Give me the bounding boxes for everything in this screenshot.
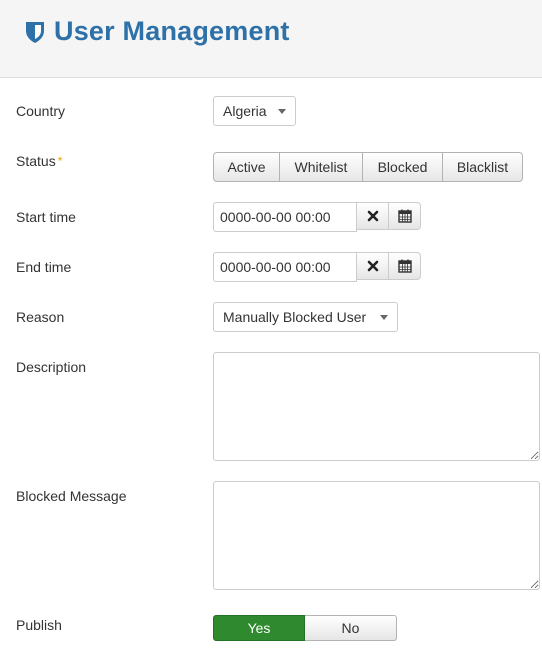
publish-toggle: Yes No xyxy=(213,615,397,641)
start-time-label: Start time xyxy=(16,209,76,225)
start-time-calendar-button[interactable] xyxy=(388,202,421,230)
end-time-calendar-button[interactable] xyxy=(388,252,421,280)
description-label: Description xyxy=(16,359,87,375)
country-label: Country xyxy=(16,103,66,119)
required-marker: * xyxy=(57,154,63,168)
country-select[interactable]: Algeria xyxy=(213,96,296,126)
close-icon xyxy=(367,260,378,272)
status-active-button[interactable]: Active xyxy=(213,152,280,182)
shield-icon xyxy=(26,22,44,43)
country-select-value: Algeria xyxy=(223,103,267,119)
publish-yes-button[interactable]: Yes xyxy=(213,615,305,641)
start-time-input[interactable] xyxy=(213,202,357,232)
status-label-text: Status xyxy=(16,153,56,169)
reason-select[interactable]: Manually Blocked User xyxy=(213,302,398,332)
reason-select-value: Manually Blocked User xyxy=(223,309,367,325)
calendar-icon xyxy=(397,209,412,223)
page-title: User Management xyxy=(54,16,290,46)
status-blocked-button[interactable]: Blocked xyxy=(362,152,443,182)
start-time-clear-button[interactable] xyxy=(356,202,389,230)
status-whitelist-button[interactable]: Whitelist xyxy=(279,152,363,182)
chevron-down-icon xyxy=(380,315,388,320)
end-time-clear-button[interactable] xyxy=(356,252,389,280)
blocked-message-label: Blocked Message xyxy=(16,488,127,504)
status-button-group: Active Whitelist Blocked Blacklist xyxy=(213,152,523,182)
close-icon xyxy=(367,210,378,222)
description-textarea[interactable] xyxy=(213,352,540,461)
end-time-label: End time xyxy=(16,259,72,275)
calendar-icon xyxy=(397,259,412,273)
status-label: Status * xyxy=(16,152,62,170)
end-time-input[interactable] xyxy=(213,252,357,282)
chevron-down-icon xyxy=(278,109,286,114)
reason-label: Reason xyxy=(16,309,65,325)
publish-label: Publish xyxy=(16,617,62,633)
blocked-message-textarea[interactable] xyxy=(213,481,540,590)
page-header: User Management xyxy=(0,0,542,78)
publish-no-button[interactable]: No xyxy=(305,615,397,641)
status-blacklist-button[interactable]: Blacklist xyxy=(442,152,523,182)
